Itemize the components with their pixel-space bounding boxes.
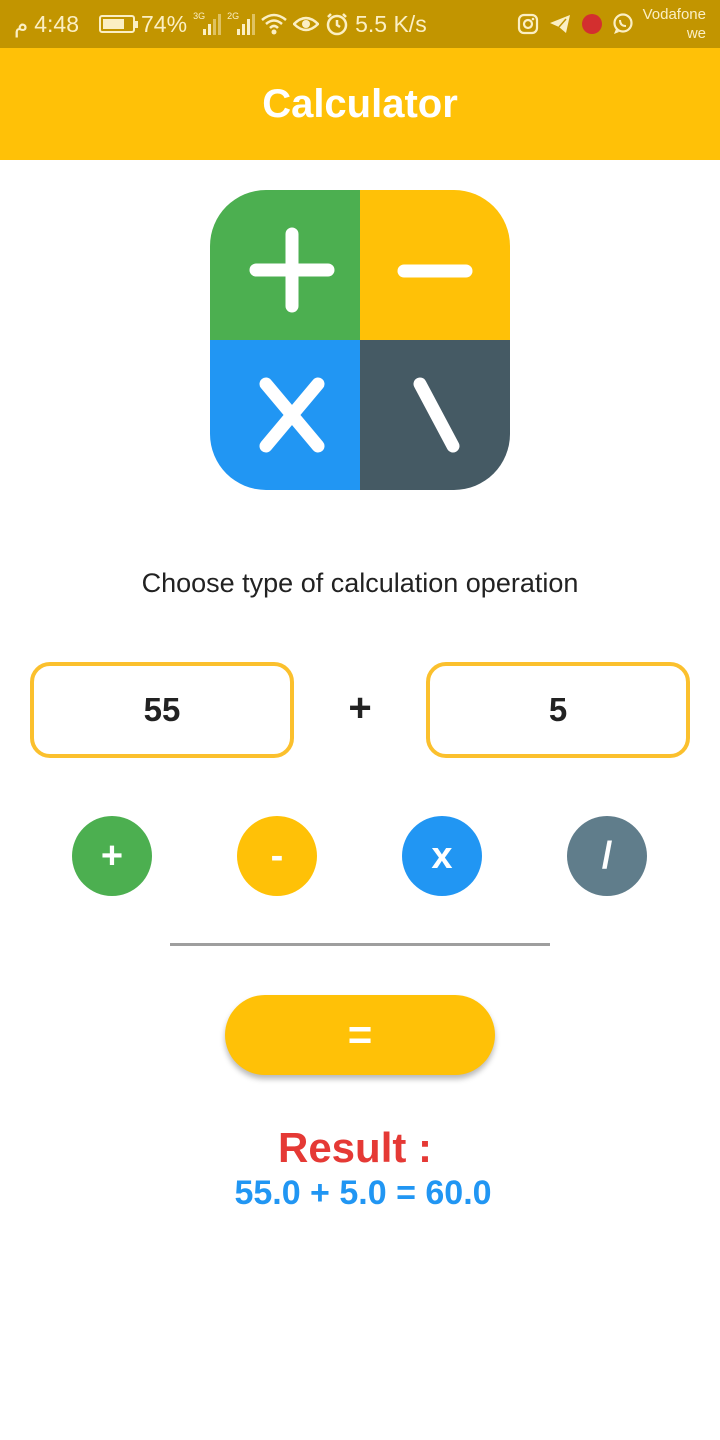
- times-icon: [259, 377, 325, 453]
- carrier-line-2: we: [686, 25, 706, 42]
- red-app-icon: [581, 13, 603, 35]
- eye-icon: [293, 14, 320, 34]
- network-3g-label: 3G: [193, 11, 206, 21]
- status-right: Vodafone we: [517, 0, 706, 48]
- minus-icon: [397, 264, 473, 278]
- second-number-input[interactable]: [426, 662, 690, 758]
- calculator-logo: [210, 190, 510, 490]
- whatsapp-icon: [612, 13, 634, 35]
- result-label: Result :: [277, 1124, 432, 1171]
- app-title: Calculator: [262, 81, 458, 126]
- carrier-line-1: Vodafone: [642, 6, 706, 23]
- network-2g-label: 2G: [227, 11, 240, 21]
- result-value: 55.0 + 5.0 = 60.0: [234, 1174, 492, 1212]
- instagram-icon: [517, 13, 539, 35]
- battery-icon: [99, 15, 139, 33]
- subtract-button[interactable]: -: [237, 816, 317, 896]
- battery-percent: 74%: [141, 10, 188, 37]
- wifi-icon: [261, 13, 287, 35]
- logo-minus-quadrant: [360, 190, 510, 340]
- instruction-text: Choose type of calculation operation: [141, 568, 579, 598]
- signal-3g-icon: 3G: [193, 11, 222, 35]
- divider: [170, 943, 550, 946]
- logo-times-quadrant: [210, 340, 360, 490]
- equals-button[interactable]: =: [225, 995, 495, 1075]
- telegram-icon: [548, 13, 572, 35]
- selected-operator: +: [348, 686, 372, 730]
- multiply-button[interactable]: x: [402, 816, 482, 896]
- plus-icon: [249, 227, 335, 313]
- logo-divide-quadrant: [360, 340, 510, 490]
- first-number-input[interactable]: [30, 662, 294, 758]
- status-bar: م 4:48 74% 3G 2G 5.5 K/s Vodafone we: [0, 0, 720, 48]
- am-pm-indicator: م: [14, 10, 29, 37]
- divide-button[interactable]: /: [567, 816, 647, 896]
- divide-icon: [413, 377, 460, 453]
- status-left: م 4:48 74% 3G 2G 5.5 K/s: [14, 0, 427, 48]
- carrier-name: Vodafone we: [643, 5, 706, 43]
- signal-2g-icon: 2G: [227, 11, 256, 35]
- alarm-icon: [325, 12, 349, 36]
- add-button[interactable]: +: [72, 816, 152, 896]
- app-bar: Calculator: [0, 48, 720, 160]
- logo-plus-quadrant: [210, 190, 360, 340]
- clock-time: 4:48: [34, 10, 80, 37]
- network-speed: 5.5 K/s: [355, 10, 427, 37]
